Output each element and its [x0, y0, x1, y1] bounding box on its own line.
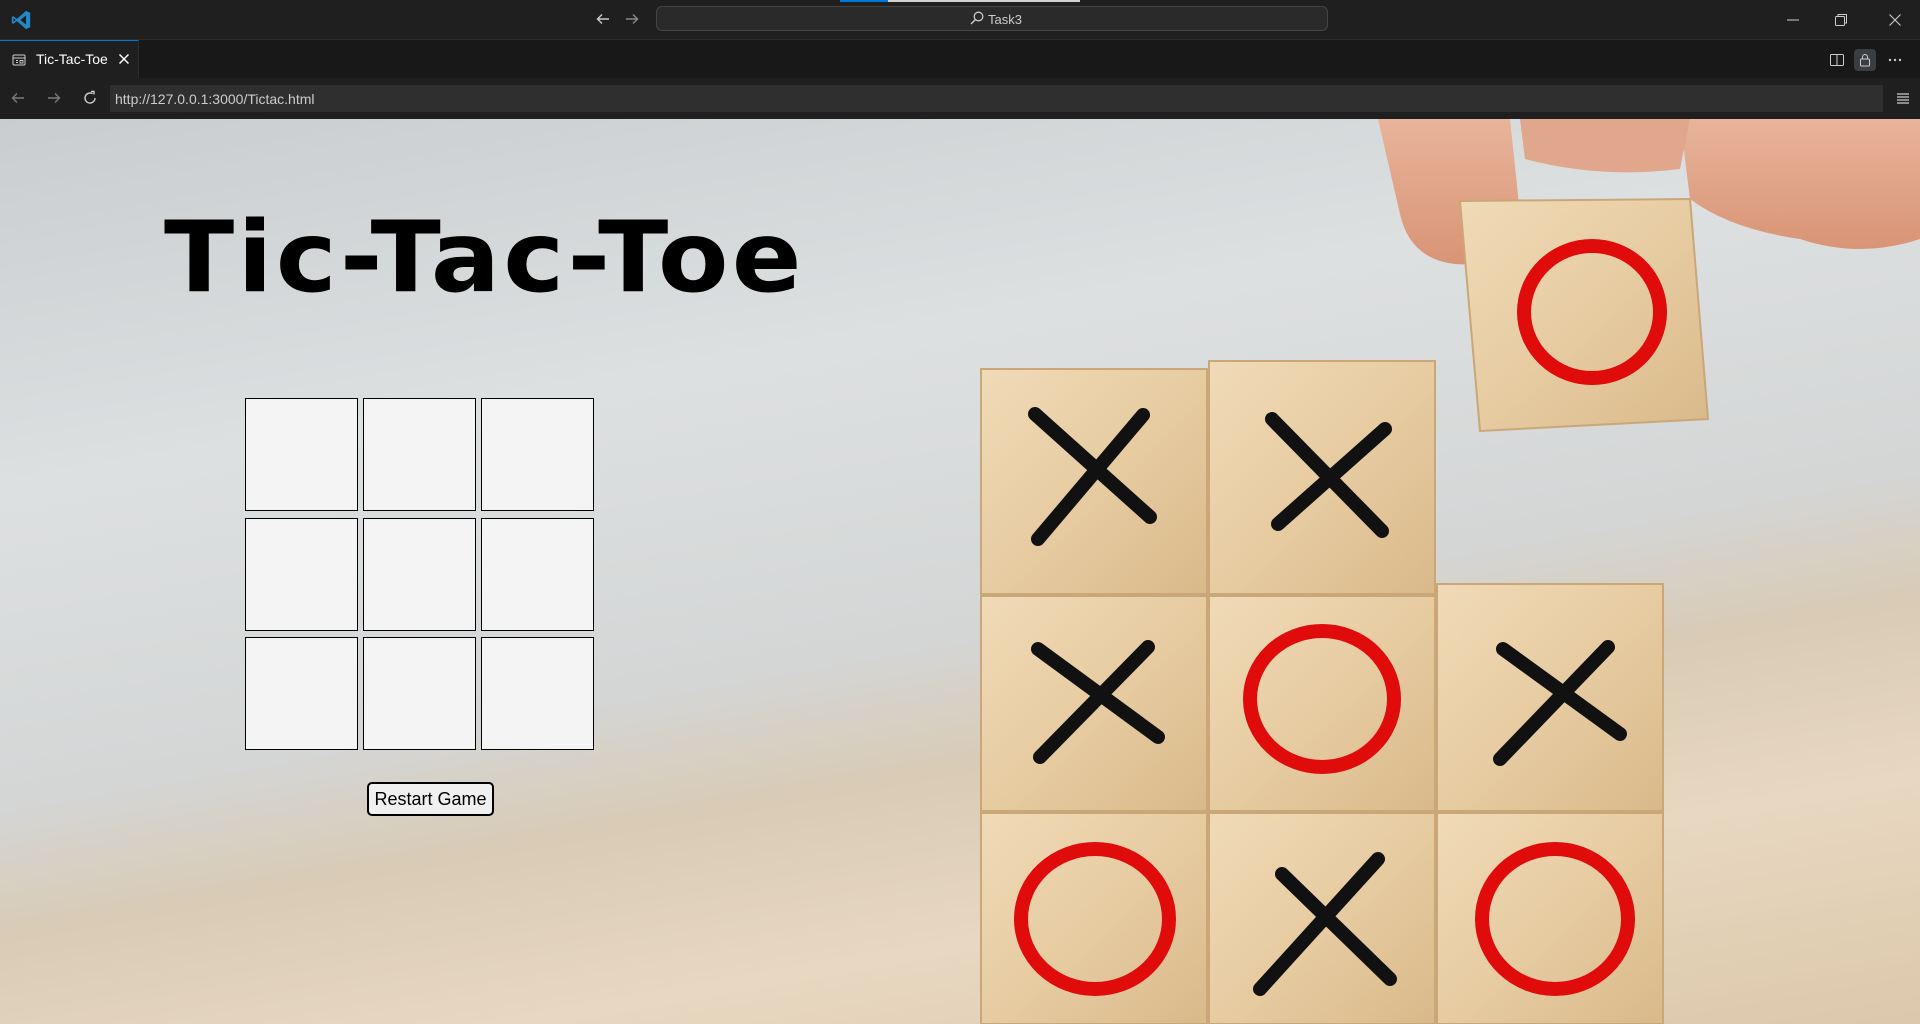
browser-reload-button[interactable] [80, 88, 100, 108]
minimize-button[interactable] [1770, 0, 1816, 39]
web-page: Tic-Tac-Toe Restart Game [0, 119, 1920, 1024]
lock-group-button[interactable] [1854, 49, 1876, 71]
board-cell[interactable] [481, 518, 594, 631]
tab-tictactoe[interactable]: Tic-Tac-Toe [0, 40, 139, 78]
board-cell[interactable] [245, 518, 358, 631]
close-icon [1889, 14, 1901, 26]
editor-tab-bar: Tic-Tac-Toe [0, 40, 1920, 79]
title-bar: Task3 [0, 0, 1920, 40]
board-cell[interactable] [363, 398, 476, 511]
search-icon [970, 11, 984, 25]
more-horizontal-icon [1888, 58, 1902, 62]
vscode-logo-icon [11, 10, 31, 30]
restart-game-button[interactable]: Restart Game [367, 782, 494, 816]
browser-back-button[interactable] [8, 88, 28, 108]
browser-menu-button[interactable] [1893, 88, 1913, 108]
split-editor-icon [1830, 54, 1844, 66]
split-editor-button[interactable] [1826, 49, 1848, 71]
lock-icon [1860, 54, 1870, 67]
hamburger-menu-icon [1897, 93, 1909, 104]
back-arrow-icon [11, 93, 24, 103]
board-cell[interactable] [245, 637, 358, 750]
forward-arrow-icon [48, 93, 61, 103]
command-center-label: Task3 [988, 12, 1022, 27]
browser-preview-icon [12, 54, 26, 66]
command-center-search[interactable]: Task3 [656, 6, 1328, 31]
browser-forward-button[interactable] [44, 88, 64, 108]
close-window-button[interactable] [1872, 0, 1918, 39]
restore-icon [1835, 14, 1847, 26]
game-board [245, 398, 598, 752]
browser-address-bar [0, 78, 1920, 119]
board-cell[interactable] [245, 398, 358, 511]
minimize-icon [1787, 19, 1799, 21]
board-cell[interactable] [363, 518, 476, 631]
board-cell[interactable] [363, 637, 476, 750]
board-cell[interactable] [481, 637, 594, 750]
reload-icon [84, 90, 96, 104]
more-actions-button[interactable] [1884, 49, 1906, 71]
loading-progress [840, 0, 1080, 2]
tab-label: Tic-Tac-Toe [36, 51, 108, 67]
restore-button[interactable] [1818, 0, 1864, 39]
board-cell[interactable] [481, 398, 594, 511]
close-tab-icon[interactable] [117, 52, 131, 66]
back-arrow-icon[interactable] [592, 8, 614, 30]
url-input[interactable] [110, 85, 1883, 112]
forward-arrow-icon[interactable] [621, 8, 643, 30]
page-title: Tic-Tac-Toe [164, 201, 805, 315]
